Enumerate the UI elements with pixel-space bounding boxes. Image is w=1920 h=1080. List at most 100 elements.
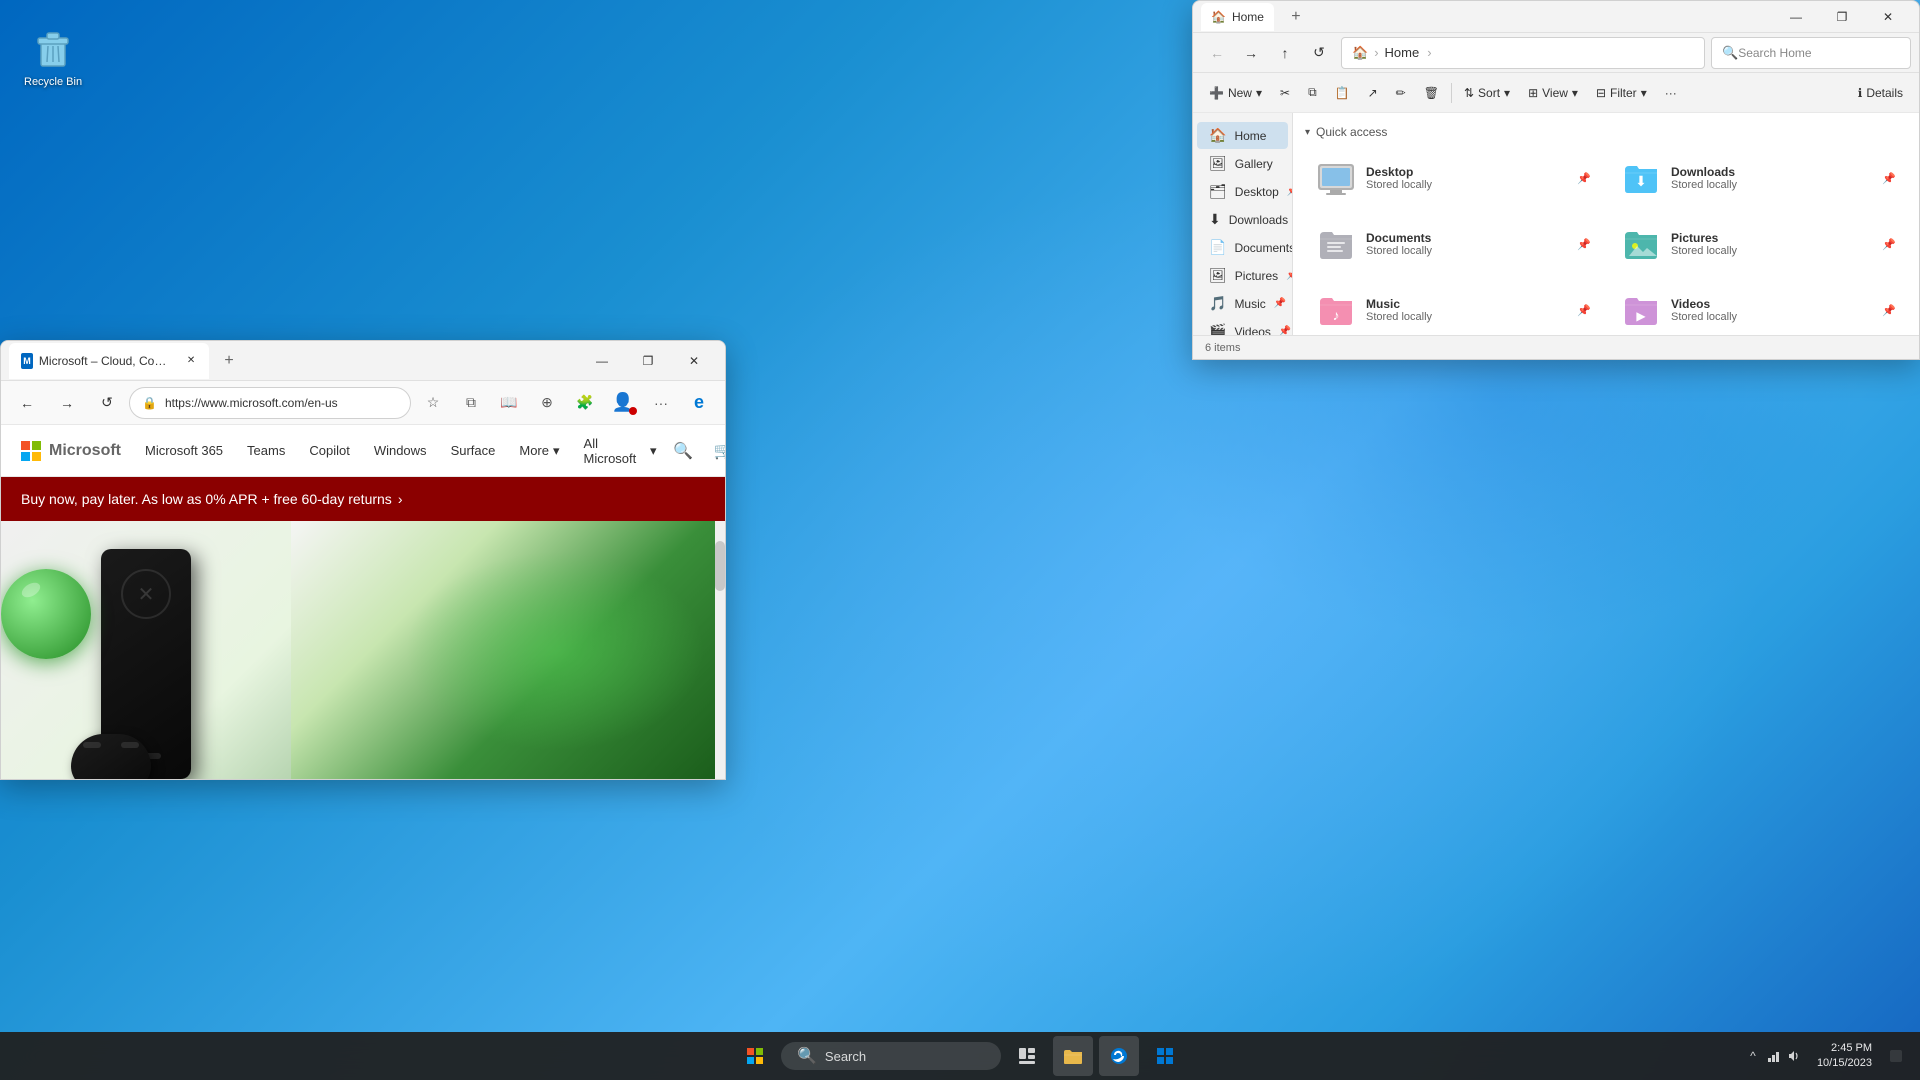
pictures-folder-sub: Stored locally [1671, 245, 1737, 257]
sidebar-item-videos[interactable]: 🎬 Videos 📌 [1197, 318, 1288, 335]
scrollbar-thumb[interactable] [715, 541, 725, 591]
edge-forward-button[interactable]: → [49, 385, 85, 421]
sidebar-item-home[interactable]: 🏠 Home [1197, 122, 1288, 149]
delete-button[interactable]: 🗑 [1416, 77, 1447, 109]
pin-icon-6: 📌 [1279, 326, 1291, 335]
recycle-bin-icon [29, 24, 77, 72]
all-microsoft-button[interactable]: All Microsoft ▾ [584, 436, 657, 466]
edge-minimize-button[interactable]: — [579, 341, 625, 381]
edge-collections-icon[interactable]: ⊕ [529, 385, 565, 421]
promo-banner[interactable]: Buy now, pay later. As low as 0% APR + f… [1, 477, 725, 521]
sidebar-item-documents[interactable]: 📄 Documents 📌 [1197, 234, 1288, 261]
search-placeholder: Search Home [1738, 46, 1811, 60]
sort-button[interactable]: ⇅ Sort ▾ [1456, 77, 1518, 109]
ms-search-icon[interactable]: 🔍 [669, 435, 698, 467]
sidebar-item-downloads[interactable]: ⬇ Downloads 📌 [1197, 206, 1288, 233]
view-icon: ⊞ [1528, 86, 1538, 100]
minimize-button[interactable]: — [1773, 1, 1819, 33]
edge-refresh-button[interactable]: ↺ [89, 385, 125, 421]
nav-more-dropdown[interactable]: More ▾ [519, 443, 559, 459]
new-tab-button[interactable]: + [1282, 3, 1310, 31]
content-area: 🏠 Home 🖼 Gallery 🗂 Desktop 📌 ⬇ Downloads… [1193, 113, 1919, 335]
edge-browser-window: M Microsoft – Cloud, Computers, A... ✕ +… [0, 340, 726, 780]
nav-surface[interactable]: Surface [451, 443, 496, 458]
network-icon[interactable] [1765, 1048, 1781, 1064]
paste-button[interactable]: 📋 [1327, 77, 1358, 109]
edge-profile-icon[interactable]: 👤 [605, 385, 641, 421]
filter-button[interactable]: ⊟ Filter ▾ [1588, 77, 1655, 109]
folder-documents[interactable]: Documents Stored locally 📌 [1305, 215, 1602, 273]
downloads-pin-icon: 📌 [1882, 172, 1896, 185]
quick-access-grid: Desktop Stored locally 📌 ⬇ [1305, 149, 1907, 335]
videos-folder-info: Videos Stored locally [1671, 297, 1737, 323]
clock-time: 2:45 PM [1817, 1041, 1872, 1056]
folder-downloads[interactable]: ⬇ Downloads Stored locally 📌 [1610, 149, 1907, 207]
nav-copilot[interactable]: Copilot [309, 443, 349, 458]
address-bar[interactable]: 🏠 › Home › [1341, 37, 1705, 69]
notifications-icon[interactable] [1888, 1048, 1904, 1064]
search-bar[interactable]: 🔍 Search Home [1711, 37, 1911, 69]
taskbar-file-explorer[interactable] [1053, 1036, 1093, 1076]
url-bar[interactable]: 🔒 https://www.microsoft.com/en-us [129, 387, 411, 419]
tab-home-label: Home [1232, 10, 1264, 24]
file-explorer-window: 🏠 Home + — ❐ ✕ ← → ↑ ↺ 🏠 › Home › 🔍 [1192, 0, 1920, 360]
tray-chevron[interactable]: ^ [1745, 1048, 1761, 1064]
volume-icon[interactable] [1785, 1048, 1801, 1064]
edge-close-button[interactable]: ✕ [671, 341, 717, 381]
folder-videos[interactable]: ▶ Videos Stored locally 📌 [1610, 281, 1907, 335]
file-explorer-tab[interactable]: 🏠 Home [1201, 3, 1274, 31]
start-button[interactable] [735, 1036, 775, 1076]
edge-favorites-icon[interactable]: ☆ [415, 385, 451, 421]
search-icon: 🔍 [1722, 45, 1738, 61]
rename-button[interactable]: ✏ [1388, 77, 1414, 109]
microsoft-logo[interactable]: Microsoft [21, 441, 121, 461]
taskbar-store[interactable] [1145, 1036, 1185, 1076]
nav-teams[interactable]: Teams [247, 443, 285, 458]
edge-split-icon[interactable]: ⧉ [453, 385, 489, 421]
back-button[interactable]: ← [1201, 37, 1233, 69]
scrollbar-track[interactable] [715, 521, 725, 779]
svg-text:⬇: ⬇ [1635, 173, 1647, 189]
quick-access-chevron: ▾ [1305, 127, 1310, 138]
folder-music[interactable]: ♪ Music Stored locally 📌 [1305, 281, 1602, 335]
sidebar-item-pictures[interactable]: 🖼 Pictures 📌 [1197, 262, 1288, 289]
folder-desktop[interactable]: Desktop Stored locally 📌 [1305, 149, 1602, 207]
taskbar-search[interactable]: 🔍 Search [781, 1042, 1001, 1070]
ms-cart-icon[interactable]: 🛒 [709, 435, 725, 467]
taskbar-clock[interactable]: 2:45 PM 10/15/2023 [1809, 1041, 1880, 1072]
close-button[interactable]: ✕ [1865, 1, 1911, 33]
cut-button[interactable]: ✂ [1272, 77, 1298, 109]
quick-access-header[interactable]: ▾ Quick access [1305, 125, 1907, 139]
edge-tab-microsoft[interactable]: M Microsoft – Cloud, Computers, A... ✕ [9, 343, 209, 379]
details-button[interactable]: ℹ Details [1850, 77, 1911, 109]
edge-extensions-icon[interactable]: 🧩 [567, 385, 603, 421]
maximize-button[interactable]: ❐ [1819, 1, 1865, 33]
edge-back-button[interactable]: ← [9, 385, 45, 421]
nav-microsoft365[interactable]: Microsoft 365 [145, 443, 223, 458]
task-view-button[interactable] [1007, 1036, 1047, 1076]
sidebar-item-desktop[interactable]: 🗂 Desktop 📌 [1197, 178, 1288, 205]
edge-maximize-button[interactable]: ❐ [625, 341, 671, 381]
edge-tab-close-button[interactable]: ✕ [185, 353, 197, 369]
new-button[interactable]: ➕ New ▾ [1201, 77, 1270, 109]
taskbar-center: 🔍 Search [735, 1036, 1185, 1076]
view-button[interactable]: ⊞ View ▾ [1520, 77, 1586, 109]
folder-pictures[interactable]: Pictures Stored locally 📌 [1610, 215, 1907, 273]
recycle-bin[interactable]: Recycle Bin [20, 20, 86, 92]
forward-button[interactable]: → [1235, 37, 1267, 69]
sidebar-item-music[interactable]: 🎵 Music 📌 [1197, 290, 1288, 317]
copy-button[interactable]: ⧉ [1300, 77, 1325, 109]
refresh-button[interactable]: ↺ [1303, 37, 1335, 69]
edge-browser-icon[interactable]: e [681, 385, 717, 421]
more-button[interactable]: ··· [1657, 77, 1685, 109]
share-button[interactable]: ↗ [1360, 77, 1386, 109]
nav-windows[interactable]: Windows [374, 443, 427, 458]
desktop-folder-icon [1316, 158, 1356, 198]
edge-more-button[interactable]: ··· [643, 385, 679, 421]
edge-new-tab-button[interactable]: + [213, 345, 245, 377]
sidebar-item-gallery[interactable]: 🖼 Gallery [1197, 150, 1288, 177]
taskbar-edge[interactable] [1099, 1036, 1139, 1076]
edge-reading-icon[interactable]: 📖 [491, 385, 527, 421]
sidebar-videos-label: Videos [1234, 325, 1270, 336]
up-button[interactable]: ↑ [1269, 37, 1301, 69]
